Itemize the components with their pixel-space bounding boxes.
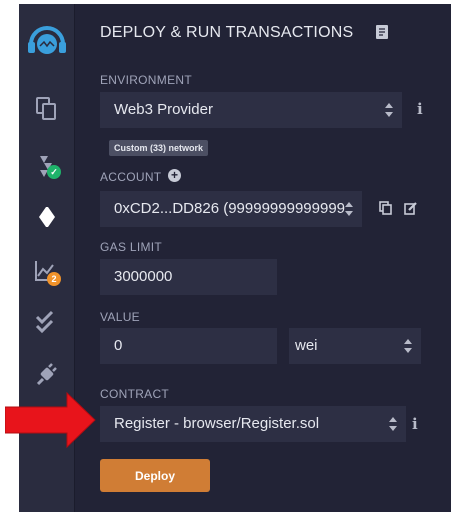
info-icon[interactable]: i <box>412 415 418 433</box>
value-unit-select[interactable]: wei <box>289 328 421 364</box>
compiler-icon[interactable]: ✓ <box>30 150 64 180</box>
contract-label: CONTRACT <box>100 387 170 401</box>
account-select[interactable]: 0xCD2...DD826 (99999999999999 <box>100 191 362 227</box>
environment-label: ENVIRONMENT <box>100 73 192 87</box>
red-arrow-icon <box>5 392 96 448</box>
value-label: VALUE <box>100 310 140 324</box>
select-arrows-icon <box>404 339 412 353</box>
network-badge: Custom (33) network <box>109 140 209 156</box>
add-account-icon[interactable]: + <box>168 169 181 182</box>
deploy-button[interactable]: Deploy <box>100 459 210 492</box>
value-unit: wei <box>295 337 318 354</box>
deploy-run-icon[interactable] <box>30 202 64 232</box>
analysis-count-badge: 2 <box>47 272 61 286</box>
gas-limit-input[interactable]: 3000000 <box>100 259 277 295</box>
value-input[interactable]: 0 <box>100 328 277 364</box>
remix-logo-icon[interactable] <box>26 24 68 60</box>
account-label: ACCOUNT <box>100 170 162 184</box>
environment-value: Web3 Provider <box>114 101 213 118</box>
contract-value: Register - browser/Register.sol <box>114 415 320 432</box>
environment-select[interactable]: Web3 Provider <box>100 92 402 128</box>
success-check-icon: ✓ <box>47 165 61 179</box>
select-arrows-icon <box>345 202 353 216</box>
gas-limit-label: GAS LIMIT <box>100 240 163 254</box>
file-explorer-icon[interactable] <box>30 94 64 124</box>
account-value: 0xCD2...DD826 (99999999999999 <box>114 200 345 217</box>
verification-icon[interactable] <box>30 308 64 338</box>
documentation-icon[interactable] <box>376 25 388 44</box>
deploy-run-panel: DEPLOY & RUN TRANSACTIONS ENVIRONMENT We… <box>75 4 451 512</box>
select-arrows-icon <box>385 103 393 117</box>
select-arrows-icon <box>389 417 397 431</box>
analysis-icon[interactable]: 2 <box>30 256 64 286</box>
copy-icon[interactable] <box>379 201 392 220</box>
panel-title: DEPLOY & RUN TRANSACTIONS <box>100 24 354 41</box>
info-icon[interactable]: i <box>417 100 423 118</box>
plugin-icon[interactable] <box>30 360 64 390</box>
edit-icon[interactable] <box>404 201 418 220</box>
contract-select[interactable]: Register - browser/Register.sol <box>100 406 406 442</box>
